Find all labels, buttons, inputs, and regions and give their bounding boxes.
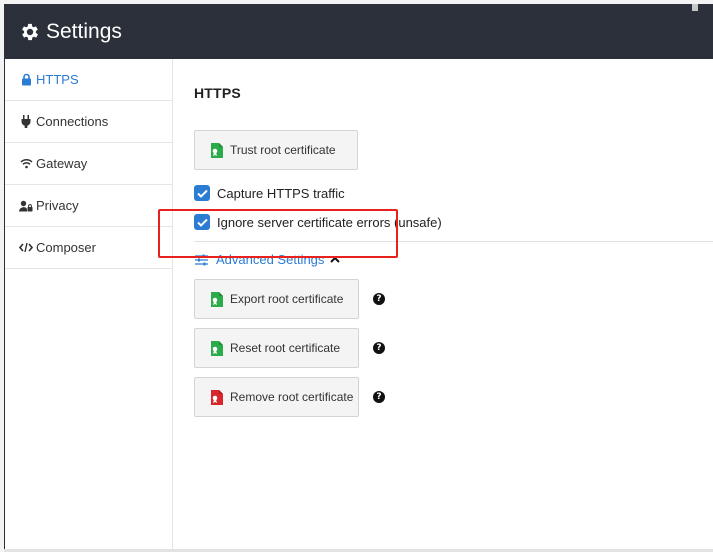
sidebar-item-composer[interactable]: Composer	[5, 227, 172, 269]
checkbox-checked-icon	[194, 214, 210, 230]
window-title: Settings	[46, 19, 122, 43]
advanced-settings-label: Advanced Settings	[216, 252, 325, 267]
remove-root-certificate-button[interactable]: Remove root certificate	[194, 377, 359, 417]
page-title: HTTPS	[194, 85, 241, 101]
sidebar-item-gateway[interactable]: Gateway	[5, 143, 172, 185]
sidebar-item-https[interactable]: HTTPS	[5, 59, 172, 101]
lock-icon	[19, 73, 33, 87]
https-settings-panel: HTTPS Trust root certificate Capture HTT…	[174, 59, 713, 552]
window-corner-mark	[692, 4, 698, 11]
gear-icon	[19, 21, 41, 43]
advanced-settings-toggle[interactable]: Advanced Settings	[194, 252, 341, 267]
certificate-icon	[209, 291, 223, 307]
certificate-icon	[209, 142, 223, 158]
plug-icon	[19, 115, 33, 129]
export-root-certificate-button[interactable]: Export root certificate	[194, 279, 359, 319]
ignore-cert-errors-checkbox[interactable]: Ignore server certificate errors (unsafe…	[194, 214, 442, 230]
divider	[194, 241, 713, 242]
sidebar-item-connections[interactable]: Connections	[5, 101, 172, 143]
button-label: Export root certificate	[230, 292, 344, 306]
help-icon[interactable]: ?	[373, 391, 385, 403]
capture-https-checkbox[interactable]: Capture HTTPS traffic	[194, 185, 345, 201]
checkbox-checked-icon	[194, 185, 210, 201]
button-label: Remove root certificate	[230, 390, 354, 404]
checkbox-label: Ignore server certificate errors (unsafe…	[217, 214, 442, 230]
checkbox-label: Capture HTTPS traffic	[217, 185, 345, 201]
help-icon[interactable]: ?	[373, 342, 385, 354]
wifi-icon	[19, 157, 33, 171]
sidebar-item-label: HTTPS	[36, 72, 79, 87]
button-label: Reset root certificate	[230, 341, 341, 355]
user-lock-icon	[19, 199, 33, 213]
settings-window: Settings HTTPS Connections Gateway Priva…	[4, 4, 713, 552]
sidebar-item-label: Connections	[36, 114, 109, 129]
sliders-icon	[194, 253, 208, 267]
sidebar-item-label: Privacy	[36, 198, 79, 213]
code-icon	[19, 241, 33, 255]
sidebar: HTTPS Connections Gateway Privacy Compos…	[5, 59, 173, 552]
certificate-icon	[209, 389, 223, 405]
help-icon[interactable]: ?	[373, 293, 385, 305]
sidebar-item-privacy[interactable]: Privacy	[5, 185, 172, 227]
reset-root-certificate-button[interactable]: Reset root certificate	[194, 328, 359, 368]
certificate-icon	[209, 340, 223, 356]
chevron-up-icon	[330, 255, 341, 265]
sidebar-item-label: Composer	[36, 240, 96, 255]
button-label: Trust root certificate	[230, 143, 336, 157]
title-bar: Settings	[5, 4, 713, 59]
sidebar-item-label: Gateway	[36, 156, 88, 171]
trust-root-certificate-button[interactable]: Trust root certificate	[194, 130, 358, 170]
